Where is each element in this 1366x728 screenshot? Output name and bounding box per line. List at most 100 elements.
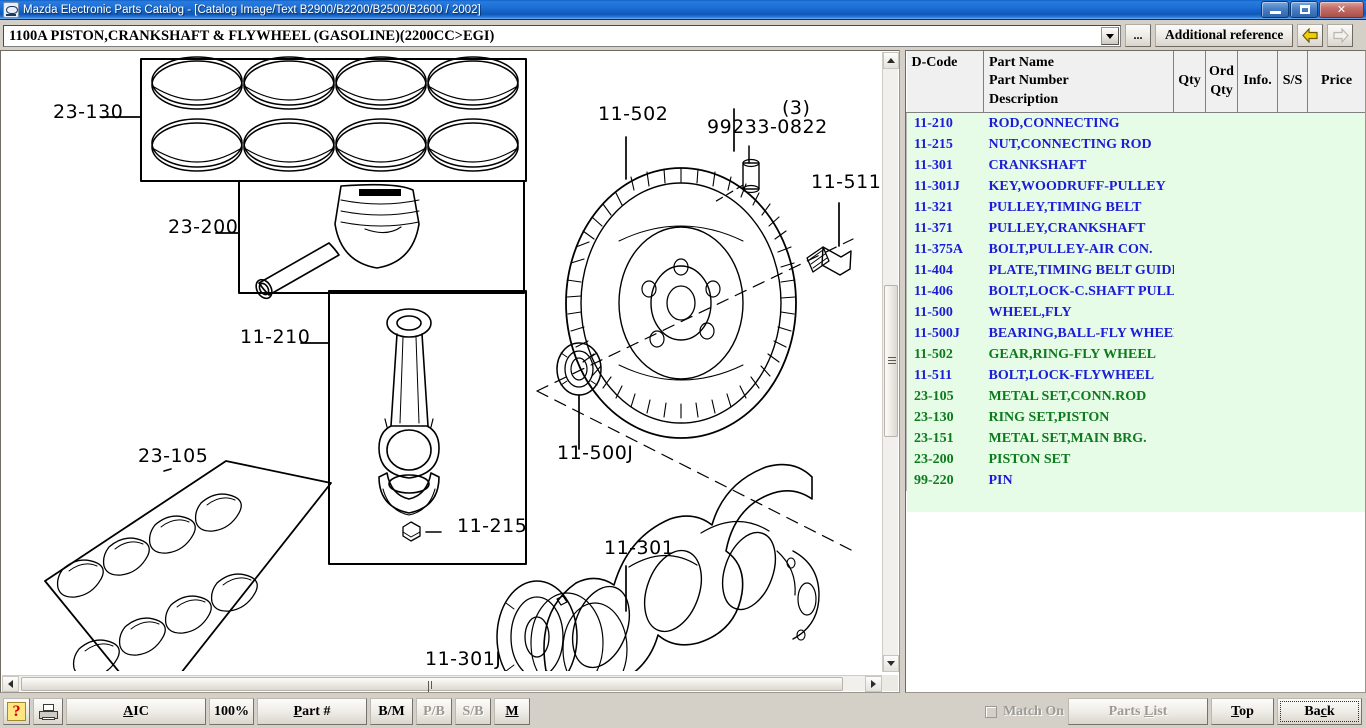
cell-price[interactable] bbox=[1307, 239, 1365, 261]
column-header-ord-qty[interactable]: Ord Qty bbox=[1205, 51, 1238, 114]
cell-part-name[interactable]: BOLT,LOCK-FLYWHEEL bbox=[983, 365, 1174, 387]
cell-info[interactable] bbox=[1237, 407, 1278, 429]
cell-price[interactable] bbox=[1307, 155, 1365, 177]
cell-part-name[interactable]: KEY,WOODRUFF-PULLEY bbox=[983, 176, 1174, 198]
back-button[interactable]: Back bbox=[1277, 698, 1362, 725]
scroll-left-button[interactable] bbox=[2, 676, 19, 692]
cell-dcode[interactable]: 11-404 bbox=[906, 260, 984, 282]
cell-part-name[interactable]: RING SET,PISTON bbox=[983, 407, 1174, 429]
cell-qty[interactable] bbox=[1173, 323, 1206, 345]
cell-ord-qty[interactable] bbox=[1205, 470, 1238, 492]
cell-dcode[interactable]: 11-500J bbox=[906, 323, 984, 345]
aic-button[interactable]: AIC bbox=[66, 698, 206, 725]
cell-info[interactable] bbox=[1237, 134, 1278, 156]
cell-ord-qty[interactable] bbox=[1205, 386, 1238, 408]
table-row[interactable]: 11-301 CRANKSHAFT bbox=[906, 155, 1365, 177]
cell-ord-qty[interactable] bbox=[1205, 323, 1238, 345]
table-row[interactable]: 99-220 PIN bbox=[906, 470, 1365, 492]
scroll-down-button[interactable] bbox=[883, 655, 899, 672]
cell-price[interactable] bbox=[1307, 302, 1365, 324]
cell-qty[interactable] bbox=[1173, 197, 1206, 219]
cell-price[interactable] bbox=[1307, 365, 1365, 387]
cell-ord-qty[interactable] bbox=[1205, 239, 1238, 261]
vertical-scroll-thumb[interactable] bbox=[884, 285, 898, 437]
cell-price[interactable] bbox=[1307, 323, 1365, 345]
diagram-callout-label[interactable]: 23-105 bbox=[138, 445, 208, 467]
cell-info[interactable] bbox=[1237, 323, 1278, 345]
cell-part-name[interactable]: PULLEY,TIMING BELT bbox=[983, 197, 1174, 219]
table-row[interactable]: 11-404 PLATE,TIMING BELT GUIDE bbox=[906, 260, 1365, 282]
cell-price[interactable] bbox=[1307, 218, 1365, 240]
cell-ord-qty[interactable] bbox=[1205, 176, 1238, 198]
bill-of-material-button[interactable]: B/M bbox=[370, 698, 413, 725]
table-row[interactable]: 11-406BOLT,LOCK-C.SHAFT PULLEY bbox=[906, 281, 1365, 303]
window-title-bar[interactable]: Mazda Electronic Parts Catalog - [Catalo… bbox=[0, 0, 1366, 20]
diagram-callout-label[interactable]: 11-500J bbox=[557, 442, 633, 464]
cell-ss[interactable] bbox=[1277, 386, 1308, 408]
diagram-callout-label[interactable]: 11-210 bbox=[240, 326, 310, 348]
cell-info[interactable] bbox=[1237, 155, 1278, 177]
table-row[interactable]: 11-500J BEARING,BALL-FLY WHEEL bbox=[906, 323, 1365, 345]
cell-price[interactable] bbox=[1307, 176, 1365, 198]
cell-qty[interactable] bbox=[1173, 407, 1206, 429]
previous-reference-button[interactable] bbox=[1297, 23, 1324, 47]
table-row[interactable]: 11-215 NUT,CONNECTING ROD bbox=[906, 134, 1365, 156]
cell-ss[interactable] bbox=[1277, 239, 1308, 261]
cell-part-name[interactable]: METAL SET,CONN.ROD bbox=[983, 386, 1174, 408]
horizontal-scroll-thumb[interactable] bbox=[21, 677, 843, 692]
cell-ord-qty[interactable] bbox=[1205, 302, 1238, 324]
cell-ss[interactable] bbox=[1277, 428, 1308, 450]
cell-ss[interactable] bbox=[1277, 112, 1308, 135]
table-row[interactable]: 11-371 PULLEY,CRANKSHAFT bbox=[906, 218, 1365, 240]
cell-info[interactable] bbox=[1237, 239, 1278, 261]
cell-qty[interactable] bbox=[1173, 134, 1206, 156]
cell-info[interactable] bbox=[1237, 197, 1278, 219]
cell-ss[interactable] bbox=[1277, 197, 1308, 219]
diagram-vertical-scrollbar[interactable] bbox=[882, 52, 899, 672]
table-row[interactable]: 23-151 METAL SET,MAIN BRG. bbox=[906, 428, 1365, 450]
next-reference-button[interactable] bbox=[1327, 23, 1354, 47]
cell-price[interactable] bbox=[1307, 134, 1365, 156]
cell-dcode[interactable]: 11-375A bbox=[906, 239, 984, 261]
cell-price[interactable] bbox=[1307, 281, 1365, 303]
cell-ord-qty[interactable] bbox=[1205, 134, 1238, 156]
cell-qty[interactable] bbox=[1173, 155, 1206, 177]
table-row[interactable]: 11-210 ROD,CONNECTING bbox=[906, 112, 1365, 135]
column-header-ss[interactable]: S/S bbox=[1277, 51, 1308, 114]
cell-price[interactable] bbox=[1307, 197, 1365, 219]
scroll-right-button[interactable] bbox=[865, 676, 882, 692]
cell-ord-qty[interactable] bbox=[1205, 365, 1238, 387]
cell-ord-qty[interactable] bbox=[1205, 428, 1238, 450]
cell-ord-qty[interactable] bbox=[1205, 218, 1238, 240]
table-row[interactable]: 23-105 METAL SET,CONN.ROD bbox=[906, 386, 1365, 408]
parts-list-pane[interactable]: D-Code Part Name Part Number Description… bbox=[905, 50, 1366, 693]
section-combo-box[interactable]: 1100A PISTON,CRANKSHAFT & FLYWHEEL (GASO… bbox=[3, 25, 1121, 47]
cell-part-name[interactable]: PULLEY,CRANKSHAFT bbox=[983, 218, 1174, 240]
cell-dcode[interactable]: 11-371 bbox=[906, 218, 984, 240]
cell-qty[interactable] bbox=[1173, 112, 1206, 135]
cell-part-name[interactable]: BOLT,LOCK-C.SHAFT PULLEY bbox=[983, 281, 1174, 303]
cell-ss[interactable] bbox=[1277, 134, 1308, 156]
cell-dcode[interactable]: 99-220 bbox=[906, 470, 984, 492]
diagram-callout-label[interactable]: 99233-0822 bbox=[707, 116, 828, 138]
cell-ss[interactable] bbox=[1277, 407, 1308, 429]
cell-ss[interactable] bbox=[1277, 260, 1308, 282]
table-row[interactable]: 11-301J KEY,WOODRUFF-PULLEY bbox=[906, 176, 1365, 198]
table-row[interactable]: 23-200 PISTON SET bbox=[906, 449, 1365, 471]
help-button[interactable]: ? bbox=[3, 698, 30, 725]
cell-part-name[interactable]: PISTON SET bbox=[983, 449, 1174, 471]
table-row[interactable]: 11-511 BOLT,LOCK-FLYWHEEL bbox=[906, 365, 1365, 387]
cell-qty[interactable] bbox=[1173, 428, 1206, 450]
table-row[interactable]: 11-321 PULLEY,TIMING BELT bbox=[906, 197, 1365, 219]
cell-info[interactable] bbox=[1237, 260, 1278, 282]
cell-part-name[interactable]: BOLT,PULLEY-AIR CON. bbox=[983, 239, 1174, 261]
cell-part-name[interactable]: PLATE,TIMING BELT GUIDE bbox=[983, 260, 1174, 282]
cell-qty[interactable] bbox=[1173, 260, 1206, 282]
cell-info[interactable] bbox=[1237, 218, 1278, 240]
cell-qty[interactable] bbox=[1173, 365, 1206, 387]
diagram-callout-label[interactable]: 11-301J bbox=[425, 648, 501, 670]
exploded-parts-diagram[interactable]: 23-130 23-200 11-210 23-105 11-215 11-502 9923… bbox=[1, 51, 883, 671]
cell-info[interactable] bbox=[1237, 428, 1278, 450]
restore-button[interactable] bbox=[1290, 1, 1318, 18]
cell-ss[interactable] bbox=[1277, 449, 1308, 471]
